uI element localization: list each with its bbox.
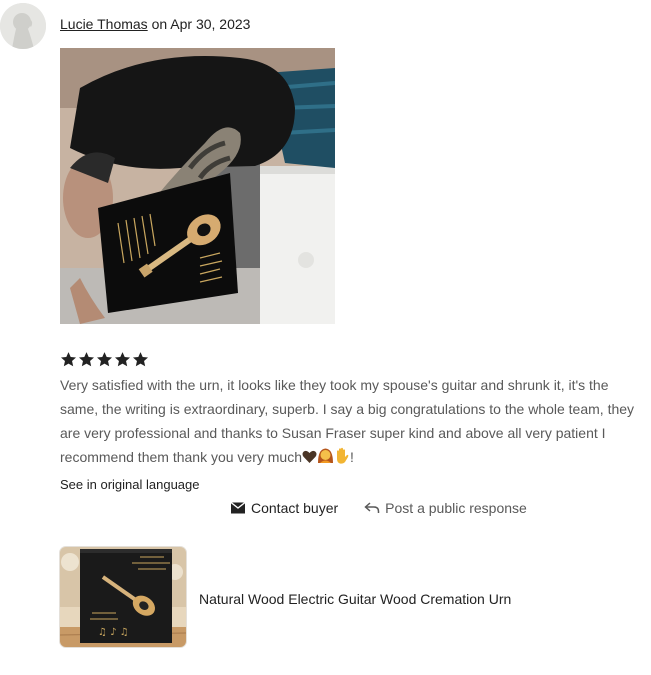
listing-thumbnail[interactable]: ♫ ♪ ♫ [60, 547, 186, 647]
reviewer-avatar[interactable] [0, 3, 46, 49]
woman-emoji [317, 447, 334, 471]
svg-text:♫ ♪ ♫: ♫ ♪ ♫ [98, 627, 129, 638]
reply-arrow-icon [364, 502, 380, 513]
review-actions: Contact buyer Post a public response [230, 500, 527, 516]
star-rating [60, 351, 149, 371]
review-date: Apr 30, 2023 [170, 16, 251, 32]
review-photo-image [60, 48, 335, 324]
listing-thumbnail-image: ♫ ♪ ♫ [60, 547, 186, 647]
post-public-response-label: Post a public response [385, 500, 527, 516]
post-public-response-button[interactable]: Post a public response [364, 500, 527, 516]
default-avatar-icon [0, 3, 46, 49]
contact-buyer-button[interactable]: Contact buyer [230, 500, 338, 516]
review-text-suffix: ! [350, 449, 354, 465]
waving-hand-emoji [334, 447, 350, 471]
contact-buyer-label: Contact buyer [251, 500, 339, 516]
review-photo[interactable] [60, 48, 335, 324]
reviewer-line: Lucie Thomas on Apr 30, 2023 [60, 16, 250, 32]
see-original-language-link[interactable]: See in original language [60, 477, 200, 492]
review-text-block: Very satisfied with the urn, it looks li… [60, 373, 640, 471]
listing-title-link[interactable]: Natural Wood Electric Guitar Wood Cremat… [199, 591, 511, 607]
reviewer-name-link[interactable]: Lucie Thomas [60, 16, 148, 32]
star-icon [78, 352, 95, 367]
star-icon [114, 352, 131, 367]
star-icon [96, 352, 113, 367]
star-icon [60, 352, 77, 367]
brown-heart-emoji [302, 447, 317, 471]
star-icon [132, 352, 149, 367]
envelope-icon [230, 501, 246, 514]
date-prefix: on [151, 16, 168, 32]
